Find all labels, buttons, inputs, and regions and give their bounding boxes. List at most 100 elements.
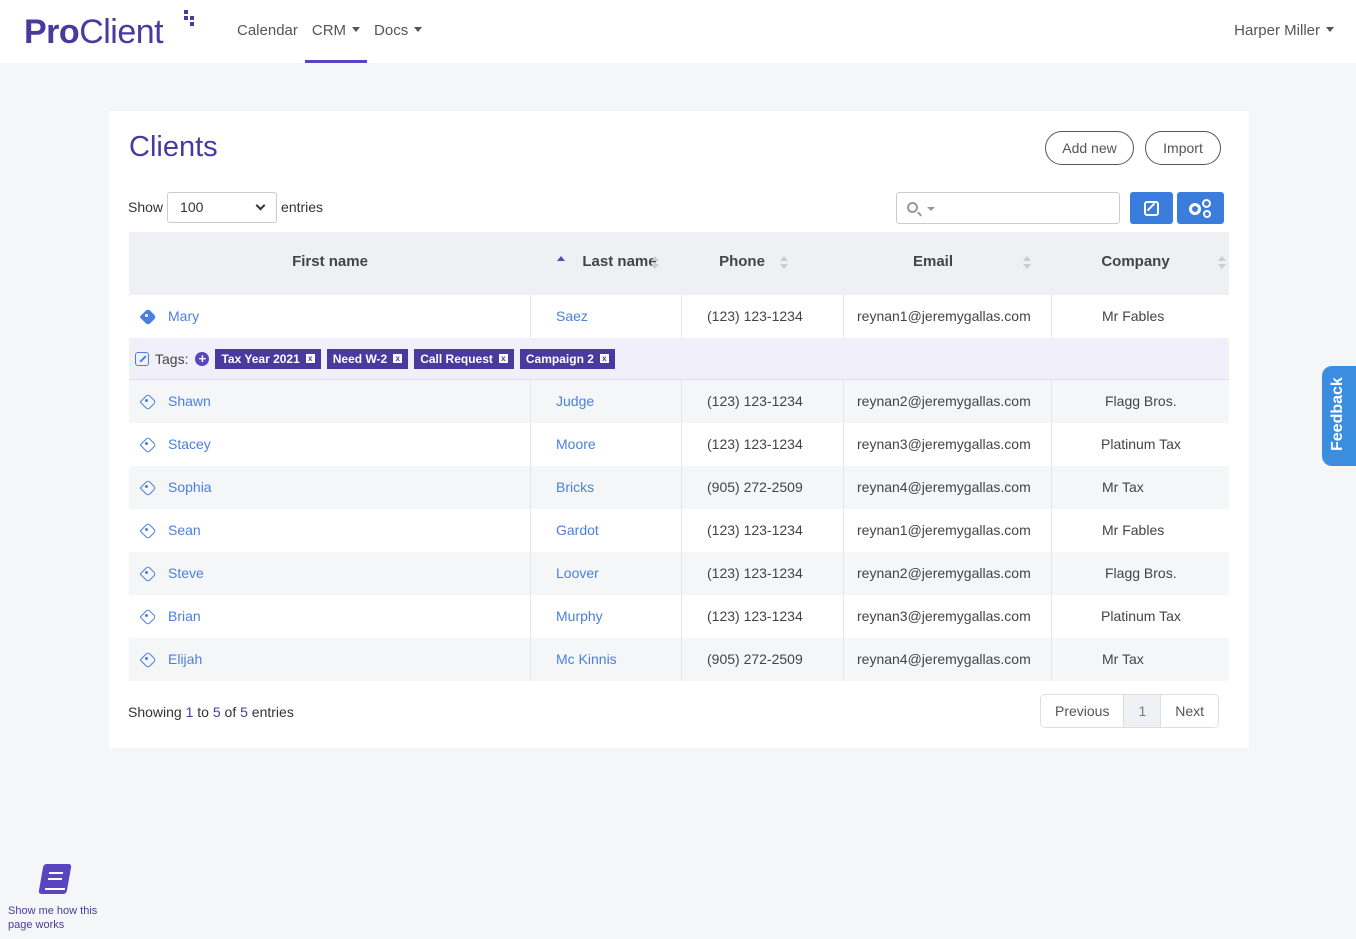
add-new-button[interactable]: Add new	[1045, 131, 1134, 165]
page-size-select[interactable]: 100	[167, 191, 278, 223]
nav-calendar[interactable]: Calendar	[237, 0, 298, 63]
first-name-link[interactable]: Shawn	[168, 380, 211, 423]
tag-shape	[139, 522, 157, 539]
cell-company: Flagg Bros.	[1105, 393, 1177, 409]
last-name-link[interactable]: Saez	[556, 308, 588, 324]
first-name-link[interactable]: Brian	[168, 595, 201, 638]
page-number-button[interactable]: 1	[1124, 695, 1162, 727]
remove-tag-icon[interactable]: x	[393, 354, 403, 363]
cell-first-name: Steve	[129, 552, 531, 595]
column-label: Last name	[582, 253, 657, 270]
tags-row: Tags: + Tax Year 2021 x Need W-2 x Call Re…	[129, 338, 1229, 380]
tag-chip[interactable]: Campaign 2 x	[519, 348, 615, 369]
info-text: Showing	[128, 704, 186, 720]
table-settings-button[interactable]	[1177, 192, 1224, 224]
info-total: 5	[240, 704, 248, 720]
column-label: Company	[1101, 253, 1170, 270]
pagination: Previous 1 Next	[1040, 694, 1220, 728]
tag-hole	[145, 441, 148, 445]
tag-icon[interactable]	[139, 565, 157, 582]
page-size-control: Show 100 entries	[128, 191, 323, 223]
tag-shape	[139, 393, 157, 410]
cell-company: Mr Tax	[1102, 651, 1144, 667]
proclient-logo[interactable]: ProClient	[24, 12, 164, 52]
user-menu[interactable]: Harper Miller	[1234, 0, 1334, 63]
first-name-link[interactable]: Elijah	[168, 638, 202, 681]
last-name-link[interactable]: Bricks	[556, 479, 594, 495]
remove-tag-icon[interactable]: x	[599, 354, 609, 363]
search-input[interactable]	[896, 192, 1120, 224]
last-name-link[interactable]: Judge	[556, 393, 594, 409]
cell-email: reynan1@jeremygallas.com	[844, 295, 1052, 338]
tag-icon[interactable]	[139, 393, 157, 410]
cell-first-name: Mary	[129, 295, 531, 338]
nav-calendar-label: Calendar	[237, 22, 298, 39]
feedback-label: Feedback	[1329, 377, 1346, 451]
cell-first-name: Shawn	[129, 380, 531, 423]
first-name-link[interactable]: Sean	[168, 509, 201, 552]
page-help[interactable]: Show me how this page works	[8, 862, 108, 932]
tag-chip[interactable]: Call Request x	[414, 348, 514, 369]
column-header-first-name[interactable]: First name	[129, 232, 531, 295]
last-name-link[interactable]: Moore	[556, 436, 596, 452]
sort-icon	[1023, 256, 1031, 270]
column-header-last-name[interactable]: Last name	[531, 232, 682, 295]
last-name-link[interactable]: Murphy	[556, 608, 603, 624]
nav-docs[interactable]: Docs	[374, 0, 423, 63]
tag-icon[interactable]	[139, 308, 157, 325]
last-name-link[interactable]: Gardot	[556, 522, 599, 538]
last-name-link[interactable]: Mc Kinnis	[556, 651, 617, 667]
clients-table: First name Last name Phone Email Company…	[129, 232, 1229, 681]
edit-icon[interactable]	[135, 351, 149, 366]
search-options-caret-icon[interactable]	[927, 207, 935, 211]
feedback-tab[interactable]: Feedback	[1322, 366, 1356, 466]
chevron-down-icon	[1326, 27, 1334, 32]
tag-chip[interactable]: Need W-2 x	[326, 348, 409, 369]
table-row[interactable]: Elijah Mc Kinnis (905) 272-2509 reynan4@…	[129, 638, 1229, 681]
import-button[interactable]: Import	[1145, 131, 1221, 165]
remove-tag-icon[interactable]: x	[498, 354, 508, 363]
table-row[interactable]: Shawn Judge (123) 123-1234 reynan2@jerem…	[129, 380, 1229, 423]
add-tag-icon[interactable]: +	[195, 351, 210, 366]
remove-tag-icon[interactable]: x	[305, 354, 315, 363]
table-row[interactable]: Sean Gardot (123) 123-1234 reynan1@jerem…	[129, 509, 1229, 552]
previous-page-button[interactable]: Previous	[1041, 695, 1125, 727]
info-text: of	[220, 704, 241, 720]
main-nav: Calendar CRM Docs	[237, 0, 436, 63]
sort-ascending-icon	[557, 256, 565, 270]
export-button[interactable]	[1130, 192, 1173, 224]
table-row[interactable]: Mary Saez (123) 123-1234 reynan1@jeremyg…	[129, 295, 1229, 338]
tag-icon[interactable]	[139, 651, 157, 668]
table-row[interactable]: Stacey Moore (123) 123-1234 reynan3@jere…	[129, 423, 1229, 466]
first-name-link[interactable]: Stacey	[168, 423, 211, 466]
first-name-link[interactable]: Sophia	[168, 466, 212, 509]
cell-last-name: Mc Kinnis	[531, 638, 682, 681]
tag-icon[interactable]	[139, 608, 157, 625]
tag-icon[interactable]	[139, 522, 157, 539]
table-row[interactable]: Sophia Bricks (905) 272-2509 reynan4@jer…	[129, 466, 1229, 509]
tags-label: Tags:	[155, 350, 189, 367]
table-header: First name Last name Phone Email Company	[129, 232, 1229, 295]
tag-hole	[145, 313, 148, 317]
tag-shape	[139, 479, 157, 496]
page-title: Clients	[129, 131, 218, 163]
cell-last-name: Gardot	[531, 509, 682, 552]
column-header-company[interactable]: Company	[1052, 232, 1229, 295]
tag-icon[interactable]	[139, 436, 157, 453]
cell-last-name: Moore	[531, 423, 682, 466]
column-header-phone[interactable]: Phone	[682, 232, 844, 295]
cell-phone: (123) 123-1234	[682, 552, 844, 595]
cell-company: Mr Fables	[1102, 308, 1165, 324]
first-name-link[interactable]: Steve	[168, 552, 204, 595]
table-row[interactable]: Steve Loover (123) 123-1234 reynan2@jere…	[129, 552, 1229, 595]
column-header-email[interactable]: Email	[844, 232, 1052, 295]
tag-chip[interactable]: Tax Year 2021 x	[215, 348, 321, 369]
last-name-link[interactable]: Loover	[556, 565, 599, 581]
cell-email: reynan2@jeremygallas.com	[844, 380, 1052, 423]
nav-crm[interactable]: CRM	[304, 0, 368, 63]
next-page-button[interactable]: Next	[1161, 695, 1219, 727]
table-row[interactable]: Brian Murphy (123) 123-1234 reynan3@jere…	[129, 595, 1229, 638]
first-name-link[interactable]: Mary	[168, 295, 199, 338]
tag-icon[interactable]	[139, 479, 157, 496]
chevron-down-icon	[414, 27, 423, 32]
